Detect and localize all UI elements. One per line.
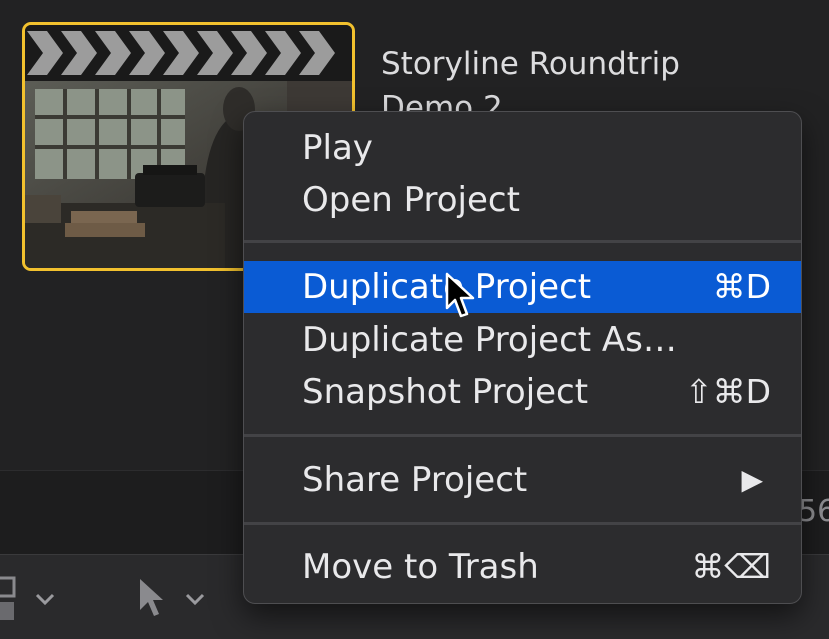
menu-item-shortcut: ⌘⌫ [691,547,771,586]
menu-item-label: Snapshot Project [302,372,589,412]
timecode-display: 56 [798,494,829,529]
context-menu: Play Open Project Duplicate Project ⌘D D… [243,111,802,604]
menu-separator [244,240,801,243]
menu-item-label: Play [302,128,373,168]
menu-separator [244,522,801,525]
menu-item-duplicate-project[interactable]: Duplicate Project ⌘D [244,261,801,313]
chevron-down-icon[interactable] [34,590,56,608]
menu-item-snapshot-project[interactable]: Snapshot Project ⇧⌘D [244,366,801,418]
mouse-cursor-icon [445,272,475,318]
menu-item-label: Share Project [302,460,528,500]
menu-item-share-project[interactable]: Share Project ▶ [244,454,801,506]
menu-item-shortcut: ⇧⌘D [684,372,771,411]
select-tool-icon[interactable] [136,576,166,622]
menu-item-move-to-trash[interactable]: Move to Trash ⌘⌫ [244,541,801,593]
clip-appearance-icon[interactable] [0,574,24,626]
menu-item-open-project[interactable]: Open Project [244,174,801,226]
menu-item-label: Move to Trash [302,547,539,587]
menu-item-label: Duplicate Project As… [302,320,677,360]
menu-item-duplicate-project-as[interactable]: Duplicate Project As… [244,314,801,366]
chevron-down-icon[interactable] [184,590,206,608]
menu-item-shortcut: ⌘D [712,267,771,306]
menu-item-play[interactable]: Play [244,122,801,174]
menu-item-label: Open Project [302,180,520,220]
submenu-arrow-icon: ▶ [741,463,763,496]
menu-separator [244,434,801,437]
